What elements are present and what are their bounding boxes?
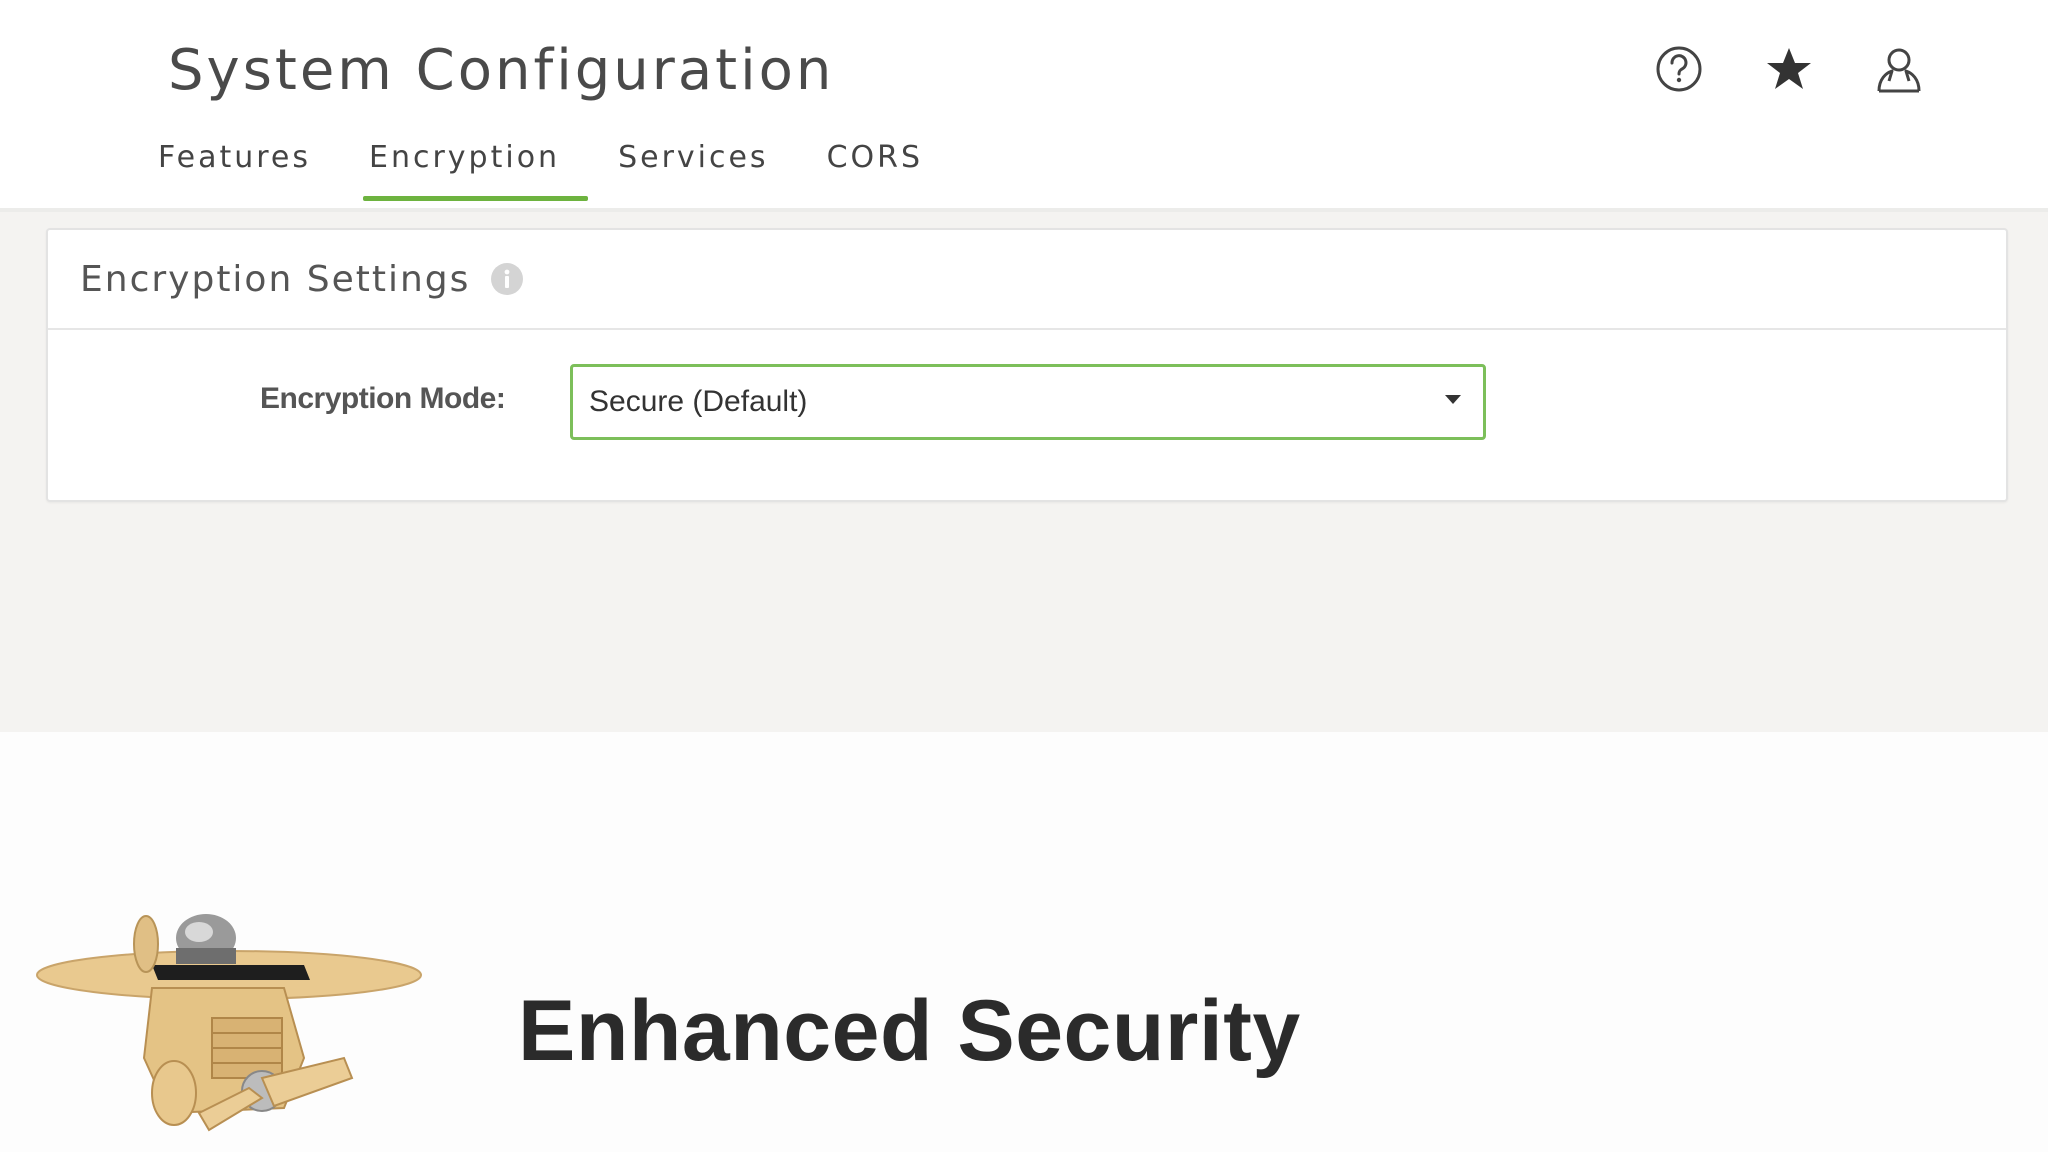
chevron-down-icon bbox=[1445, 395, 1461, 404]
encryption-settings-card: Encryption Settings Encryption Mode: Sec… bbox=[46, 228, 2008, 502]
card-title: Encryption Settings bbox=[80, 258, 471, 300]
card-header: Encryption Settings bbox=[48, 230, 2006, 330]
airplane-robot-illustration bbox=[34, 908, 434, 1138]
star-icon[interactable] bbox=[1764, 44, 1814, 94]
config-tabs: Features Encryption Services CORS bbox=[140, 140, 963, 201]
page-title: System Configuration bbox=[168, 38, 835, 103]
help-icon[interactable] bbox=[1654, 44, 1704, 94]
tab-services[interactable]: Services bbox=[600, 140, 787, 189]
encryption-mode-label: Encryption Mode: bbox=[260, 382, 506, 415]
select-value: Secure (Default) bbox=[589, 385, 808, 418]
tab-encryption[interactable]: Encryption bbox=[351, 140, 589, 201]
tab-features[interactable]: Features bbox=[140, 140, 329, 189]
info-icon[interactable] bbox=[490, 262, 524, 296]
tab-cors[interactable]: CORS bbox=[809, 140, 941, 189]
app-header: System Configuration Features Encryption… bbox=[0, 0, 2048, 212]
user-icon[interactable] bbox=[1874, 44, 1924, 94]
encryption-mode-select[interactable]: Secure (Default) bbox=[570, 364, 1486, 440]
overlay-caption: Enhanced Security bbox=[518, 983, 1301, 1079]
header-icon-group bbox=[1654, 44, 1924, 94]
